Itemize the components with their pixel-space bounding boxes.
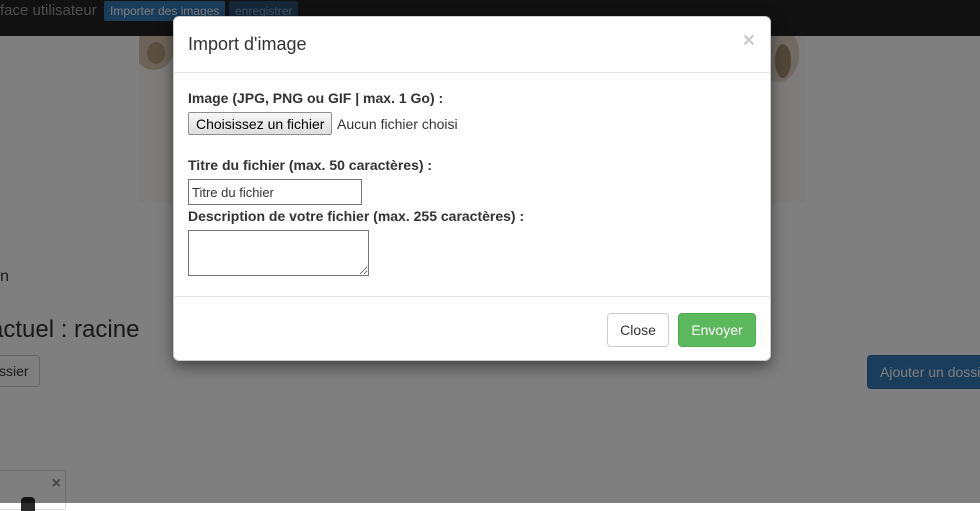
close-icon[interactable]: × — [743, 30, 755, 51]
file-description-textarea[interactable] — [188, 230, 369, 276]
image-file-label: Image (JPG, PNG ou GIF | max. 1 Go) : — [188, 90, 444, 106]
modal-footer: Close Envoyer — [174, 296, 770, 361]
choose-file-button[interactable]: Choisissez un fichier — [188, 112, 333, 135]
file-status-text: Aucun fichier choisi — [337, 116, 458, 132]
file-title-input[interactable] — [188, 179, 362, 205]
send-button[interactable]: Envoyer — [678, 313, 756, 347]
file-description-label: Description de votre fichier (max. 255 c… — [188, 208, 525, 224]
file-title-label: Titre du fichier (max. 50 caractères) : — [188, 157, 433, 173]
modal-title: Import d'image — [188, 34, 307, 54]
import-image-modal: Import d'image × Image (JPG, PNG ou GIF … — [173, 16, 771, 361]
close-button[interactable]: Close — [607, 313, 669, 347]
modal-header: Import d'image × — [174, 17, 770, 73]
